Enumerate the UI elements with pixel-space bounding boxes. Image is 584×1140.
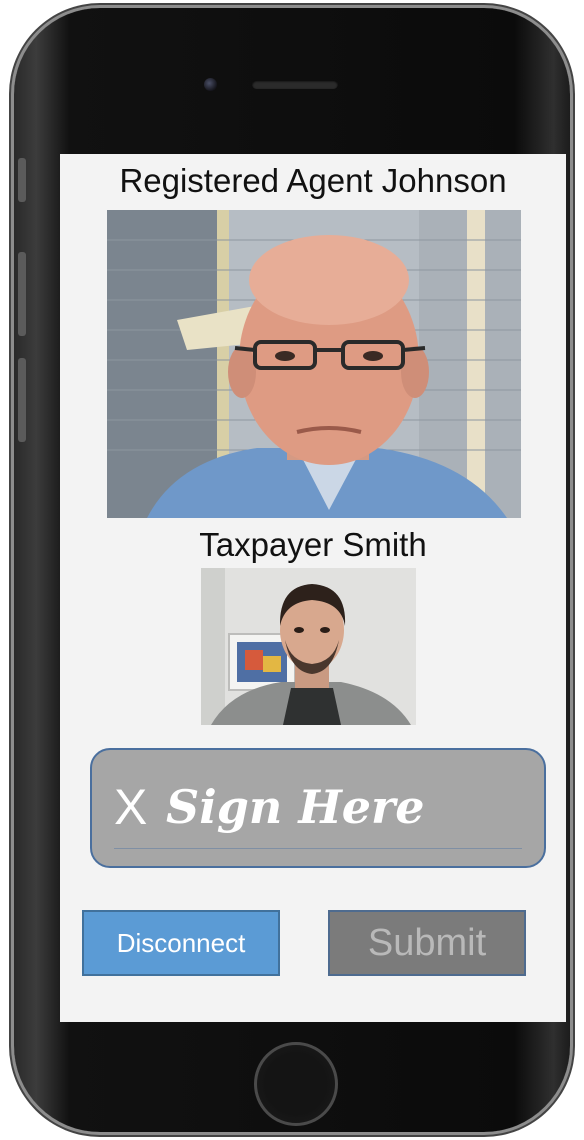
mute-switch — [18, 158, 26, 202]
front-camera-icon — [204, 78, 217, 91]
volume-up-button — [18, 252, 26, 336]
disconnect-button[interactable]: Disconnect — [82, 910, 280, 976]
taxpayer-video-feed — [201, 568, 416, 725]
speaker-grille-icon — [252, 80, 338, 89]
signature-line — [114, 848, 522, 849]
signature-pad[interactable]: X Sign Here — [90, 748, 546, 868]
submit-button[interactable]: Submit — [328, 910, 526, 976]
agent-video-feed — [107, 210, 521, 518]
taxpayer-name-label: Taxpayer Smith — [199, 526, 427, 563]
signature-prompt: Sign Here — [166, 780, 425, 834]
phone-frame: Registered Agent Johnson Taxpayer Smith … — [14, 8, 570, 1132]
home-button-icon[interactable] — [254, 1042, 338, 1126]
volume-down-button — [18, 358, 26, 442]
agent-name-label: Registered Agent Johnson — [119, 162, 507, 199]
signature-x-mark: X — [114, 779, 148, 835]
agent-video-image — [107, 210, 521, 518]
taxpayer-video-image — [201, 568, 416, 725]
app-screen: Registered Agent Johnson Taxpayer Smith … — [60, 154, 566, 1022]
